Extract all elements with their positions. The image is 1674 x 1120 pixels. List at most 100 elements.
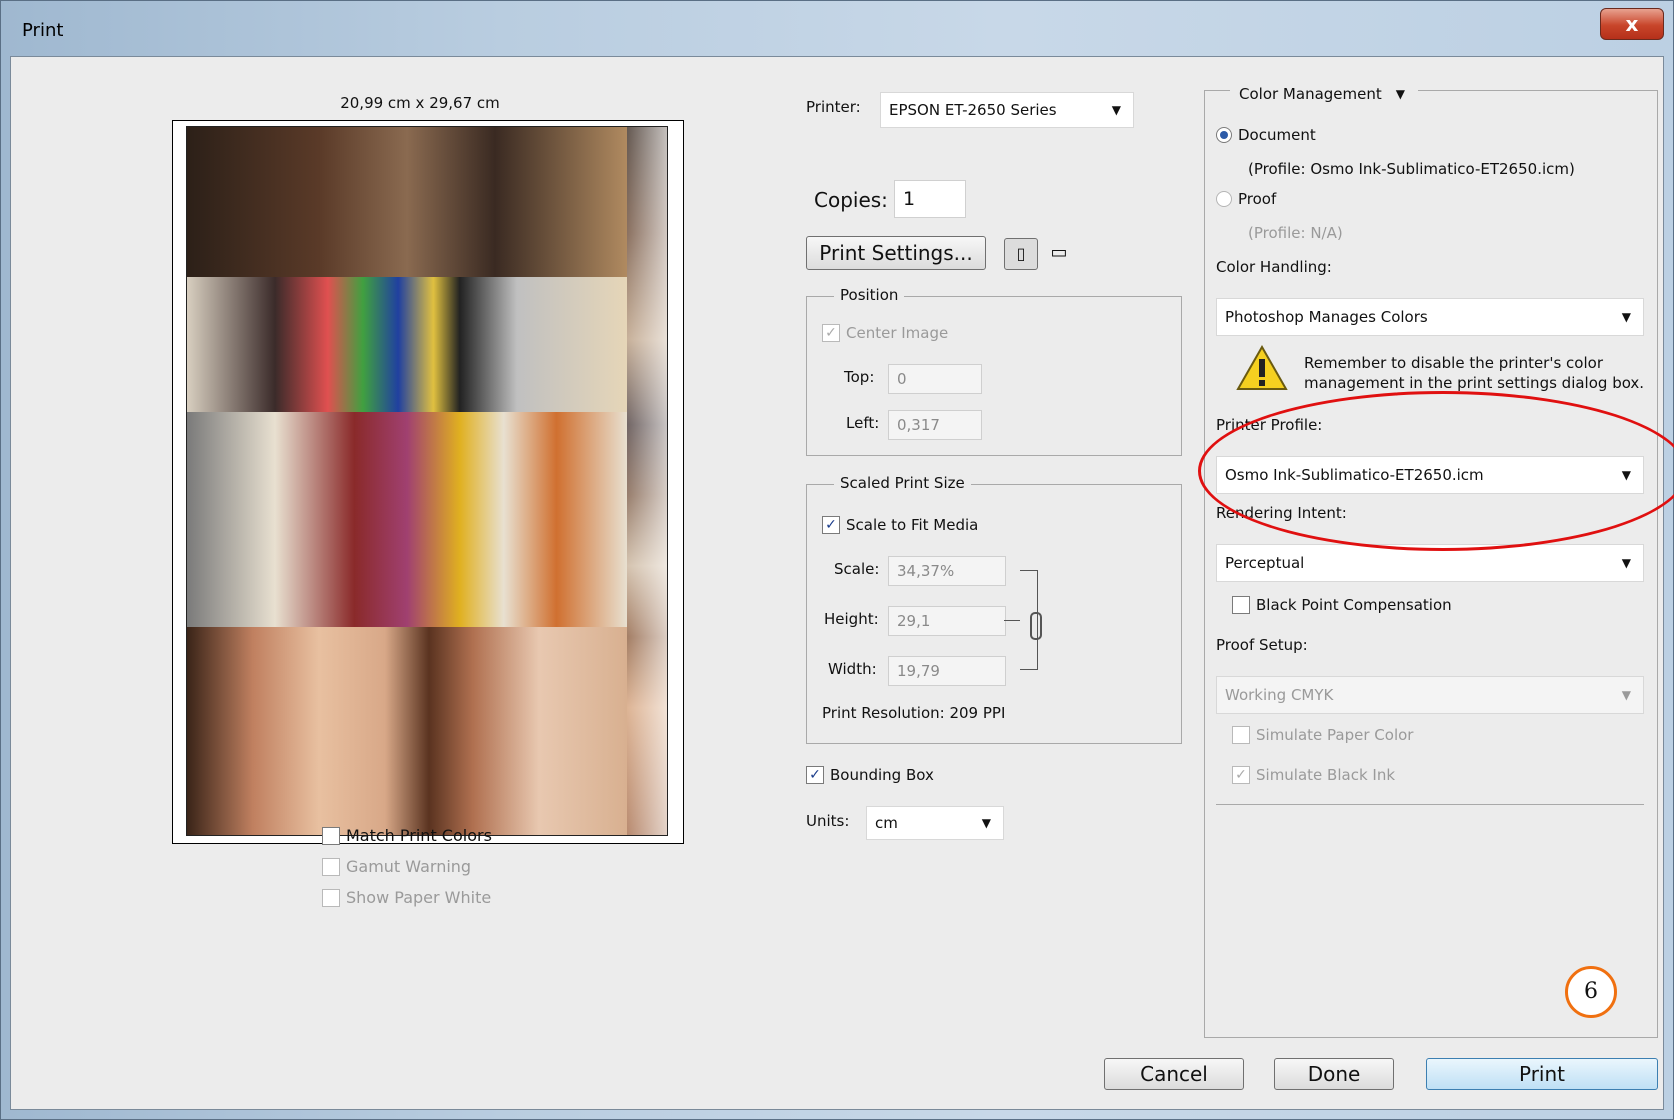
printer-value: EPSON ET-2650 Series — [889, 101, 1057, 119]
annotation-ellipse — [1198, 391, 1674, 551]
top-input[interactable]: 0 — [888, 364, 982, 394]
printer-select[interactable]: EPSON ET-2650 Series ▼ — [880, 92, 1134, 128]
close-icon: x — [1625, 12, 1639, 36]
left-input[interactable]: 0,317 — [888, 410, 982, 440]
chevron-down-icon: ▼ — [1395, 87, 1405, 101]
simulate-black-ink-checkbox[interactable]: ✓ Simulate Black Ink — [1232, 766, 1395, 784]
show-paper-white-box[interactable] — [322, 888, 340, 907]
center-image-box[interactable]: ✓ — [822, 324, 840, 342]
collage-shelf-1 — [187, 127, 627, 277]
proof-profile-text: (Profile: N/A) — [1248, 224, 1343, 242]
cancel-label: Cancel — [1140, 1062, 1208, 1086]
paper-size-label: 20,99 cm x 29,67 cm — [340, 94, 500, 112]
document-profile-text: (Profile: Osmo Ink-Sublimatico-ET2650.ic… — [1248, 160, 1575, 178]
landscape-orientation-button[interactable]: ▭ — [1046, 238, 1072, 270]
scale-to-fit-box[interactable]: ✓ — [822, 516, 840, 534]
landscape-orientation-icon: ▭ — [1050, 242, 1068, 263]
height-label: Height: — [824, 610, 879, 628]
proof-radio[interactable]: Proof — [1216, 190, 1276, 208]
chevron-down-icon: ▼ — [1111, 103, 1121, 117]
scale-input[interactable]: 34,37% — [888, 556, 1006, 586]
left-value: 0,317 — [897, 416, 940, 434]
width-value: 19,79 — [897, 662, 940, 680]
portrait-orientation-button[interactable]: ▯ — [1004, 238, 1038, 270]
copies-input[interactable]: 1 — [894, 180, 966, 218]
left-label: Left: — [846, 414, 880, 432]
bounding-box-label: Bounding Box — [830, 766, 934, 784]
simulate-paper-color-box[interactable] — [1232, 726, 1250, 744]
gamut-warning-label: Gamut Warning — [346, 857, 472, 876]
width-label: Width: — [828, 660, 877, 678]
print-resolution-text: Print Resolution: 209 PPI — [822, 704, 1006, 722]
scale-to-fit-checkbox[interactable]: ✓ Scale to Fit Media — [822, 516, 978, 534]
show-paper-white-checkbox[interactable]: Show Paper White — [322, 888, 491, 907]
match-print-colors-box[interactable] — [322, 826, 340, 845]
scaled-print-size-title: Scaled Print Size — [834, 474, 971, 492]
center-image-checkbox[interactable]: ✓ Center Image — [822, 324, 948, 342]
close-button[interactable]: x — [1600, 8, 1664, 40]
printer-label: Printer: — [806, 98, 861, 116]
simulate-paper-color-label: Simulate Paper Color — [1256, 726, 1414, 744]
proof-setup-label: Proof Setup: — [1216, 636, 1308, 654]
constrain-proportions-chain-icon — [1030, 612, 1042, 640]
copies-value: 1 — [903, 188, 916, 210]
portrait-orientation-icon: ▯ — [1016, 244, 1026, 263]
print-label: Print — [1518, 1062, 1565, 1086]
match-print-colors-checkbox[interactable]: Match Print Colors — [322, 826, 492, 845]
black-point-compensation-box[interactable] — [1232, 596, 1250, 614]
proof-setup-select[interactable]: Working CMYK ▼ — [1216, 676, 1644, 714]
scale-to-fit-label: Scale to Fit Media — [846, 516, 979, 534]
scale-label: Scale: — [834, 560, 880, 578]
match-print-colors-label: Match Print Colors — [346, 826, 492, 845]
collage-faces — [187, 627, 627, 835]
height-value: 29,1 — [897, 612, 931, 630]
units-value: cm — [875, 814, 898, 832]
step-number-badge: 6 — [1565, 966, 1617, 1018]
center-image-label: Center Image — [846, 324, 949, 342]
proof-setup-value: Working CMYK — [1225, 686, 1334, 704]
color-handling-select[interactable]: Photoshop Manages Colors ▼ — [1216, 298, 1644, 336]
warning-line-1: Remember to disable the printer's color — [1304, 354, 1603, 372]
simulate-black-ink-box[interactable]: ✓ — [1232, 766, 1250, 784]
title-bar[interactable]: Print — [0, 0, 1674, 56]
document-radio[interactable]: Document — [1216, 126, 1316, 144]
chevron-down-icon: ▼ — [981, 816, 991, 830]
chevron-down-icon: ▼ — [1621, 556, 1631, 570]
warning-icon — [1236, 345, 1288, 390]
simulate-paper-color-checkbox[interactable]: Simulate Paper Color — [1232, 726, 1413, 744]
print-settings-button[interactable]: Print Settings... — [806, 236, 986, 270]
bounding-box-checkbox[interactable]: ✓ Bounding Box — [806, 766, 934, 784]
width-input[interactable]: 19,79 — [888, 656, 1006, 686]
section-select[interactable]: Color Management ▼ — [1230, 76, 1418, 112]
print-button[interactable]: Print — [1426, 1058, 1658, 1090]
done-button[interactable]: Done — [1274, 1058, 1394, 1090]
bounding-box-box[interactable]: ✓ — [806, 766, 824, 784]
panel-divider — [1216, 804, 1644, 805]
proof-radio-label: Proof — [1238, 190, 1277, 208]
black-point-compensation-label: Black Point Compensation — [1256, 596, 1452, 614]
gamut-warning-checkbox[interactable]: Gamut Warning — [322, 857, 471, 876]
gamut-warning-box[interactable] — [322, 857, 340, 876]
document-radio-label: Document — [1238, 126, 1316, 144]
chevron-down-icon: ▼ — [1621, 310, 1631, 324]
copies-label: Copies: — [814, 188, 888, 212]
top-value: 0 — [897, 370, 907, 388]
rendering-intent-value: Perceptual — [1225, 554, 1305, 572]
warning-line-2: management in the print settings dialog … — [1304, 374, 1645, 392]
units-select[interactable]: cm ▼ — [866, 806, 1004, 840]
height-input[interactable]: 29,1 — [888, 606, 1006, 636]
black-point-compensation-checkbox[interactable]: Black Point Compensation — [1232, 596, 1452, 614]
document-radio-dot[interactable] — [1216, 127, 1232, 143]
simulate-black-ink-label: Simulate Black Ink — [1256, 766, 1396, 784]
proof-radio-dot[interactable] — [1216, 191, 1232, 207]
cancel-button[interactable]: Cancel — [1104, 1058, 1244, 1090]
units-label: Units: — [806, 812, 850, 830]
section-select-value: Color Management — [1239, 85, 1382, 103]
position-group-title: Position — [834, 286, 905, 304]
print-preview-image[interactable] — [186, 126, 668, 836]
color-handling-value: Photoshop Manages Colors — [1225, 308, 1428, 326]
top-label: Top: — [844, 368, 875, 386]
chevron-down-icon: ▼ — [1621, 688, 1631, 702]
scale-value: 34,37% — [897, 562, 955, 580]
done-label: Done — [1307, 1062, 1361, 1086]
